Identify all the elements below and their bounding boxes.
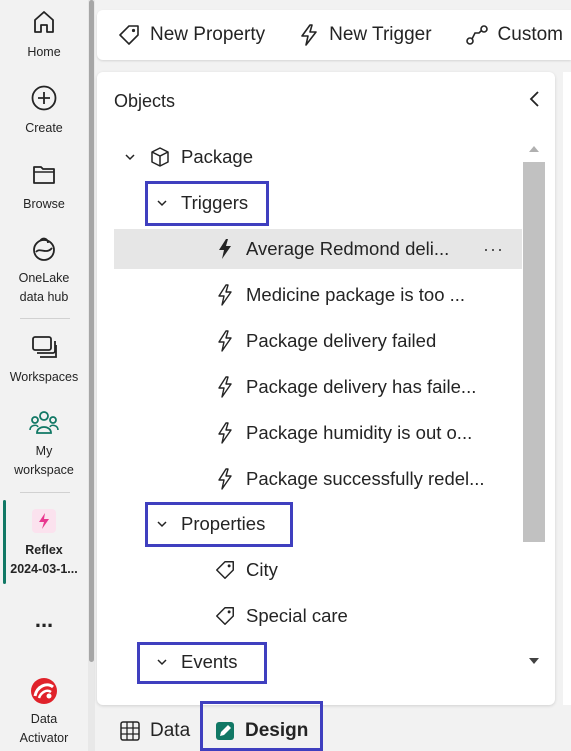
more-options-icon[interactable]: ··· — [483, 239, 504, 260]
data-activator-icon — [31, 678, 57, 704]
property-item[interactable]: City — [114, 550, 522, 590]
nav-scrollbar[interactable] — [88, 0, 95, 751]
trigger-label: Package delivery has faile... — [246, 376, 477, 397]
tag-icon — [119, 25, 139, 45]
lightning-icon — [218, 284, 232, 306]
panel-title: Objects — [114, 91, 176, 111]
new-trigger-label: New Trigger — [329, 24, 432, 45]
browse-icon — [33, 166, 55, 184]
nav-home[interactable]: Home — [0, 8, 88, 62]
nav-divider — [20, 318, 70, 319]
property-label: Special care — [246, 605, 348, 626]
nav-my-workspace-label-2: workspace — [14, 463, 74, 477]
trigger-label: Package successfully redel... — [246, 468, 485, 489]
property-item[interactable]: Special care — [114, 596, 522, 636]
custom-label: Custom — [497, 24, 563, 45]
chevron-left-icon[interactable] — [527, 88, 543, 110]
nav-browse-label: Browse — [23, 197, 65, 211]
custom-action-button[interactable]: Custom — [465, 23, 563, 47]
cube-icon — [151, 147, 169, 167]
trigger-item[interactable]: Package delivery failed — [114, 321, 522, 361]
canvas-edge — [563, 72, 571, 705]
property-label: City — [246, 559, 278, 580]
object-label: Package — [181, 146, 253, 167]
nav-onelake-label-2: data hub — [19, 290, 69, 304]
nav-onelake[interactable]: OneLake data hub — [0, 235, 88, 307]
nav-data-activator[interactable]: Data Activator — [0, 676, 88, 748]
flow-icon — [465, 25, 488, 45]
highlight-events — [137, 642, 267, 684]
tab-data[interactable]: Data — [119, 708, 190, 751]
new-trigger-button[interactable]: New Trigger — [298, 23, 432, 47]
trigger-label: Package delivery failed — [246, 330, 437, 351]
nav-workspaces[interactable]: Workspaces — [0, 333, 88, 387]
lightning-icon — [218, 376, 232, 398]
nav-browse[interactable]: Browse — [0, 160, 88, 214]
home-icon — [34, 11, 54, 33]
nav-divider-2 — [20, 492, 70, 493]
tag-icon — [216, 561, 234, 579]
new-property-button[interactable]: New Property — [117, 23, 265, 47]
create-icon — [31, 85, 57, 111]
trigger-item-selected[interactable]: Average Redmond deli... ··· — [114, 229, 522, 269]
nav-reflex-label-2: 2024-03-1... — [10, 562, 78, 576]
nav-reflex-label-1: Reflex — [25, 543, 63, 557]
nav-reflex[interactable]: Reflex 2024-03-1... — [0, 507, 88, 579]
tab-design-label: Design — [245, 720, 309, 741]
scrollbar-thumb[interactable] — [523, 162, 545, 542]
new-property-label: New Property — [150, 24, 266, 45]
trigger-label: Package humidity is out o... — [246, 422, 473, 443]
nav-workspaces-label: Workspaces — [9, 370, 79, 384]
lightning-icon — [218, 422, 232, 444]
tab-data-label: Data — [150, 720, 191, 741]
trigger-label: Medicine package is too ... — [246, 284, 466, 305]
left-nav: Home Create Browse OneLake data hub Work… — [0, 0, 88, 751]
nav-scrollbar-thumb[interactable] — [89, 0, 94, 662]
nav-create-label: Create — [25, 121, 63, 135]
nav-onelake-label-1: OneLake — [18, 271, 70, 285]
nav-data-activator-label-2: Activator — [19, 731, 69, 745]
objects-panel: Objects Package Triggers Average Redmond… — [97, 72, 555, 705]
nav-more[interactable]: ... — [0, 607, 88, 632]
nav-create[interactable]: Create — [0, 84, 88, 138]
onelake-icon — [33, 237, 55, 261]
chevron-down-icon[interactable] — [124, 151, 136, 163]
lightning-icon — [301, 24, 317, 46]
nav-home-label: Home — [27, 45, 61, 59]
trigger-item[interactable]: Package humidity is out o... — [114, 413, 522, 453]
lightning-icon — [218, 330, 232, 352]
my-workspace-icon — [29, 411, 59, 434]
tree-scrollbar[interactable] — [523, 140, 545, 670]
nav-data-activator-label-1: Data — [30, 712, 58, 726]
nav-my-workspace[interactable]: My workspace — [0, 408, 88, 480]
nav-my-workspace-label-1: My — [35, 444, 53, 458]
workspaces-icon — [32, 336, 57, 358]
lightning-filled-icon — [219, 239, 231, 259]
tab-design[interactable]: Design — [214, 708, 308, 751]
highlight-triggers — [145, 181, 269, 226]
tree-object-package[interactable]: Package — [114, 137, 522, 177]
table-icon — [120, 721, 140, 741]
trigger-item[interactable]: Medicine package is too ... — [114, 275, 522, 315]
trigger-label: Average Redmond deli... — [246, 238, 450, 259]
scroll-up-icon[interactable] — [529, 146, 539, 152]
trigger-item[interactable]: Package delivery has faile... — [114, 367, 522, 407]
lightning-icon — [218, 468, 232, 490]
toolbar: New Property New Trigger Custom — [97, 10, 571, 60]
scroll-down-icon[interactable] — [529, 658, 539, 664]
tag-icon — [216, 607, 234, 625]
pencil-icon — [216, 722, 234, 740]
highlight-properties — [145, 502, 293, 547]
trigger-item[interactable]: Package successfully redel... — [114, 459, 522, 499]
reflex-icon — [32, 509, 56, 533]
more-icon: ... — [34, 607, 54, 632]
